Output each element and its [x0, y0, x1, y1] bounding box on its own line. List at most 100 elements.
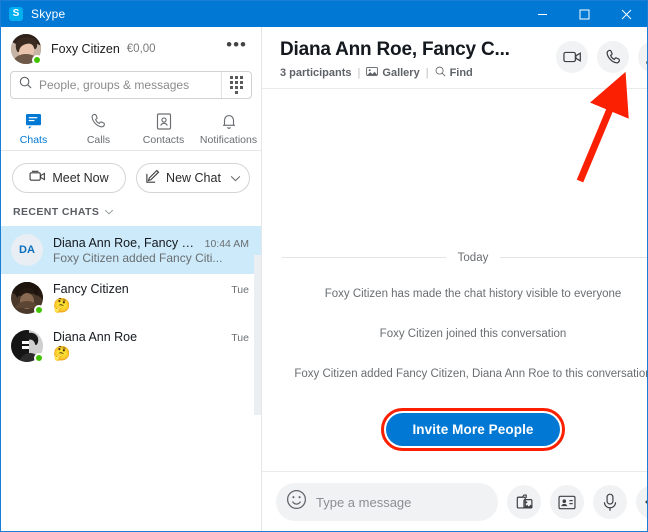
sidebar-item-calls-label: Calls — [86, 134, 111, 146]
profile-row[interactable]: Foxy Citizen €0,00 ••• — [1, 27, 261, 71]
sidebar-action-row: Meet Now New Chat — [1, 151, 261, 204]
list-item-title: Fancy Citizen — [53, 282, 129, 296]
video-camera-icon — [29, 170, 46, 186]
system-message: Foxy Citizen added Fancy Citizen, Diana … — [294, 367, 648, 380]
conversation-header-left: Diana Ann Roe, Fancy C... 3 participants… — [280, 39, 556, 80]
search-icon — [19, 76, 32, 94]
list-item-title: Diana Ann Roe, Fancy Citizen — [53, 235, 199, 250]
participants-count: 3 participants — [280, 67, 352, 79]
profile-more-button[interactable]: ••• — [222, 36, 251, 57]
minimize-icon — [537, 13, 547, 15]
invite-more-people-button[interactable]: Invite More People — [386, 413, 560, 446]
new-chat-label: New Chat — [166, 171, 221, 185]
sidebar-item-contacts-label: Contacts — [142, 134, 185, 146]
search-row — [1, 71, 261, 107]
avatar — [11, 330, 44, 363]
message-input-wrap[interactable] — [276, 483, 498, 521]
new-chat-button[interactable]: New Chat — [136, 163, 250, 193]
avatar[interactable] — [11, 34, 42, 65]
ellipsis-icon — [645, 500, 647, 504]
sidebar-item-notifications[interactable]: Notifications — [196, 107, 261, 146]
system-message: Foxy Citizen joined this conversation — [379, 327, 567, 340]
maximize-icon — [579, 9, 589, 19]
online-status-indicator — [34, 305, 44, 315]
sidebar-item-contacts[interactable]: Contacts — [131, 107, 196, 146]
sidebar-item-chats[interactable]: Chats — [1, 107, 66, 146]
dialpad-button[interactable] — [221, 72, 251, 98]
sidebar-scrollbar[interactable] — [254, 255, 261, 415]
maximize-button[interactable] — [563, 1, 605, 27]
profile-balance: €0,00 — [126, 43, 156, 55]
list-item-preview: Foxy Citizen added Fancy Citi... — [53, 250, 223, 265]
conversation-panel: Diana Ann Roe, Fancy C... 3 participants… — [262, 27, 648, 531]
audio-call-button[interactable] — [597, 41, 629, 73]
find-link[interactable]: Find — [435, 66, 473, 80]
window-body: Foxy Citizen €0,00 ••• People, groups & … — [1, 27, 648, 531]
profile-name: Foxy Citizen — [51, 42, 120, 56]
online-status-indicator — [34, 353, 44, 363]
list-item-top: Diana Ann Roe, Fancy Citizen 10:44 AM — [53, 236, 249, 250]
list-item-title: Diana Ann Roe — [53, 330, 138, 344]
chevron-down-icon — [104, 206, 114, 218]
close-button[interactable] — [605, 1, 647, 27]
annotation-highlight-ring: Invite More People — [381, 408, 565, 451]
sidebar-item-chats-label: Chats — [19, 134, 48, 146]
message-input[interactable] — [316, 494, 492, 510]
message-composer — [262, 471, 647, 531]
conversation-meta: 3 participants | Gallery | Find — [280, 66, 556, 80]
list-item[interactable]: Fancy Citizen Tue 🤔 — [1, 274, 261, 322]
sidebar-item-calls[interactable]: Calls — [66, 107, 131, 146]
microphone-icon — [603, 493, 617, 511]
send-contact-button[interactable] — [550, 485, 584, 519]
avatar-initials: DA — [19, 244, 35, 256]
page-title: Diana Ann Roe, Fancy C... — [280, 39, 510, 60]
phone-icon — [606, 49, 620, 63]
divider — [282, 257, 446, 259]
invite-cta-wrap: Invite More People — [282, 408, 647, 451]
list-item-time: Tue — [231, 284, 249, 296]
voice-message-button[interactable] — [593, 485, 627, 519]
message-area: Today Foxy Citizen has made the chat his… — [262, 89, 648, 471]
video-camera-icon — [562, 51, 581, 63]
gallery-icon — [366, 66, 379, 80]
send-image-button[interactable] — [507, 485, 541, 519]
meet-now-label: Meet Now — [52, 171, 109, 185]
search-input[interactable] — [39, 78, 221, 92]
window-controls — [521, 1, 647, 27]
find-label: Find — [449, 67, 473, 79]
skype-logo-letter: S — [12, 8, 20, 19]
search-box[interactable] — [10, 71, 252, 99]
list-item-time: Tue — [231, 332, 249, 344]
contact-card-icon — [558, 495, 576, 509]
meta-separator: | — [357, 67, 361, 79]
smiley-icon[interactable] — [286, 489, 307, 515]
sidebar-nav-tabs: Chats Calls Contacts Notifications — [1, 107, 261, 151]
list-item-top: Diana Ann Roe Tue — [53, 330, 249, 344]
gallery-link[interactable]: Gallery — [366, 66, 420, 80]
avatar — [11, 282, 44, 315]
list-item-body: Fancy Citizen Tue 🤔 — [53, 282, 249, 314]
sidebar: Foxy Citizen €0,00 ••• People, groups & … — [1, 27, 262, 531]
avatar: DA — [11, 234, 43, 266]
sidebar-item-notifications-label: Notifications — [199, 134, 258, 146]
conversation-actions — [556, 39, 647, 73]
add-people-button[interactable] — [638, 41, 647, 73]
list-item-time: 10:44 AM — [204, 237, 249, 250]
list-item-body: Diana Ann Roe Tue 🤔 — [53, 330, 249, 362]
list-item[interactable]: DA Diana Ann Roe, Fancy Citizen 10:44 AM… — [1, 226, 261, 274]
title-bar: S Skype — [1, 1, 647, 27]
meta-separator: | — [425, 67, 429, 79]
video-call-button[interactable] — [556, 41, 588, 73]
minimize-button[interactable] — [521, 1, 563, 27]
close-icon — [621, 9, 631, 19]
more-options-button[interactable] — [636, 485, 647, 519]
meet-now-button[interactable]: Meet Now — [12, 163, 126, 193]
day-separator: Today — [282, 252, 647, 264]
divider — [500, 257, 647, 259]
list-item[interactable]: Diana Ann Roe Tue 🤔 — [1, 322, 261, 370]
dialpad-icon — [230, 76, 243, 94]
window-title: Skype — [31, 7, 66, 21]
recent-chats-header[interactable]: RECENT CHATS — [1, 204, 261, 226]
list-item-preview: 🤔 — [53, 297, 71, 313]
online-status-indicator — [32, 55, 42, 65]
